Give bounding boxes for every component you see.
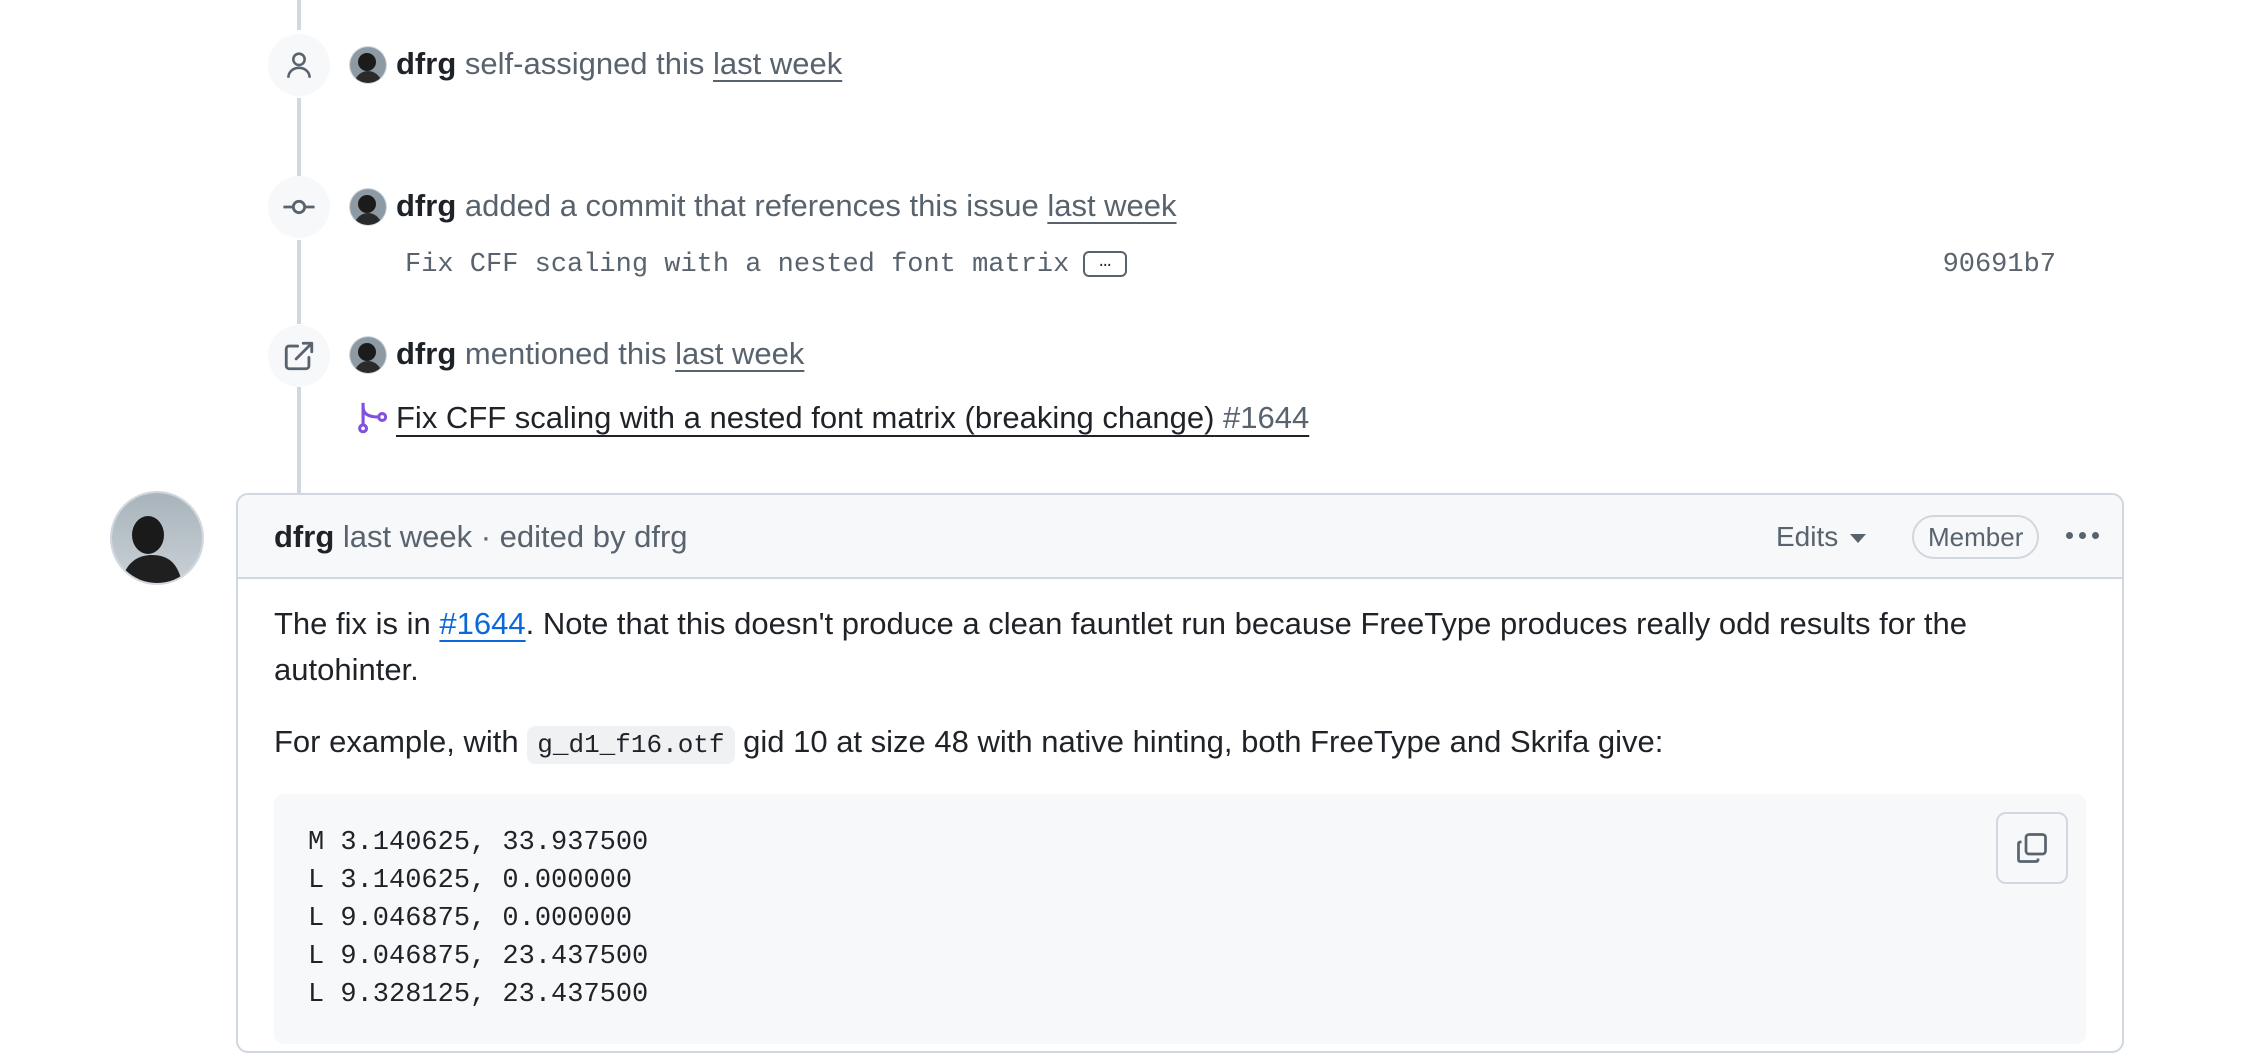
caret-down-icon <box>1850 534 1867 544</box>
assign-event-text: dfrg self-assigned this last week <box>396 44 842 84</box>
copy-icon <box>2017 833 2047 863</box>
commit-event-badge <box>268 176 330 238</box>
mention-event-text: dfrg mentioned this last week <box>396 334 804 374</box>
kebab-horizontal-icon[interactable] <box>2058 515 2106 555</box>
inline-code: g_d1_f16.otf <box>527 726 735 764</box>
issue-comment: dfrg last week · edited by dfrg Edits Me… <box>236 493 2124 1053</box>
cross-reference-event-badge <box>268 325 330 387</box>
timeline-line <box>297 240 301 324</box>
event-timestamp[interactable]: last week <box>713 46 842 81</box>
event-author[interactable]: dfrg <box>396 336 456 371</box>
comment-header: dfrg last week · edited by dfrg Edits Me… <box>238 495 2122 579</box>
paragraph-text: . Note that this doesn't produce a clean… <box>274 606 1967 687</box>
pull-request-merged-icon <box>356 400 390 436</box>
code-line: L 9.046875, 0.000000 <box>308 904 633 934</box>
code-block: M 3.140625, 33.937500 L 3.140625, 0.00000… <box>274 794 2086 1044</box>
commit-sha-link[interactable]: 90691b7 <box>1943 248 2056 282</box>
comment-timestamp[interactable]: last week · edited by dfrg <box>343 519 688 554</box>
comment-author[interactable]: dfrg <box>274 519 334 554</box>
referenced-pull-request-link[interactable]: Fix CFF scaling with a nested font matri… <box>396 398 1309 438</box>
code-line: L 3.140625, 0.000000 <box>308 866 633 896</box>
timeline-line <box>297 0 301 30</box>
event-author[interactable]: dfrg <box>396 188 456 223</box>
person-icon <box>287 52 311 78</box>
copy-button[interactable] <box>1996 812 2068 884</box>
paragraph-text: For example, with <box>274 724 528 759</box>
avatar[interactable] <box>350 337 386 373</box>
comment-paragraph: The fix is in #1644. Note that this does… <box>274 601 2086 693</box>
paragraph-text: The fix is in <box>274 606 440 641</box>
commit-message: Fix CFF scaling with a nested font matri… <box>405 248 1128 282</box>
event-action: mentioned this <box>464 336 667 371</box>
git-commit-icon <box>283 199 315 215</box>
event-timestamp[interactable]: last week <box>675 336 804 371</box>
commit-expand-button[interactable]: … <box>1083 250 1128 277</box>
code-line: L 9.046875, 23.437500 <box>308 942 649 972</box>
event-action: added a commit that references this issu… <box>464 188 1039 223</box>
edits-dropdown-button[interactable]: Edits <box>1776 517 1867 557</box>
pr-number: #1644 <box>1223 400 1310 435</box>
pr-title: Fix CFF scaling with a nested font matri… <box>396 400 1215 435</box>
commit-message-text[interactable]: Fix CFF scaling with a nested font matri… <box>405 250 1069 280</box>
comment-author-avatar[interactable] <box>112 493 202 583</box>
event-author[interactable]: dfrg <box>396 46 456 81</box>
paragraph-text: gid 10 at size 48 with native hinting, b… <box>734 724 1664 759</box>
timeline-line <box>297 98 301 178</box>
avatar[interactable] <box>350 47 386 83</box>
issue-reference-link[interactable]: #1644 <box>439 606 525 641</box>
cross-reference-icon <box>284 341 314 371</box>
assignee-event-badge <box>268 34 330 96</box>
commit-event-text: dfrg added a commit that references this… <box>396 186 1177 226</box>
author-role-badge: Member <box>1912 515 2040 559</box>
event-timestamp[interactable]: last week <box>1047 188 1176 223</box>
code-line: M 3.140625, 33.937500 <box>308 828 649 858</box>
event-action: self-assigned this <box>464 46 705 81</box>
edits-label: Edits <box>1776 521 1839 552</box>
timeline-line <box>297 384 301 494</box>
comment-paragraph: For example, with g_d1_f16.otf gid 10 at… <box>274 719 2086 768</box>
comment-body: The fix is in #1644. Note that this does… <box>238 579 2122 1051</box>
code-line: L 9.328125, 23.437500 <box>308 980 649 1010</box>
comment-meta: dfrg last week · edited by dfrg <box>274 517 688 557</box>
avatar[interactable] <box>350 189 386 225</box>
